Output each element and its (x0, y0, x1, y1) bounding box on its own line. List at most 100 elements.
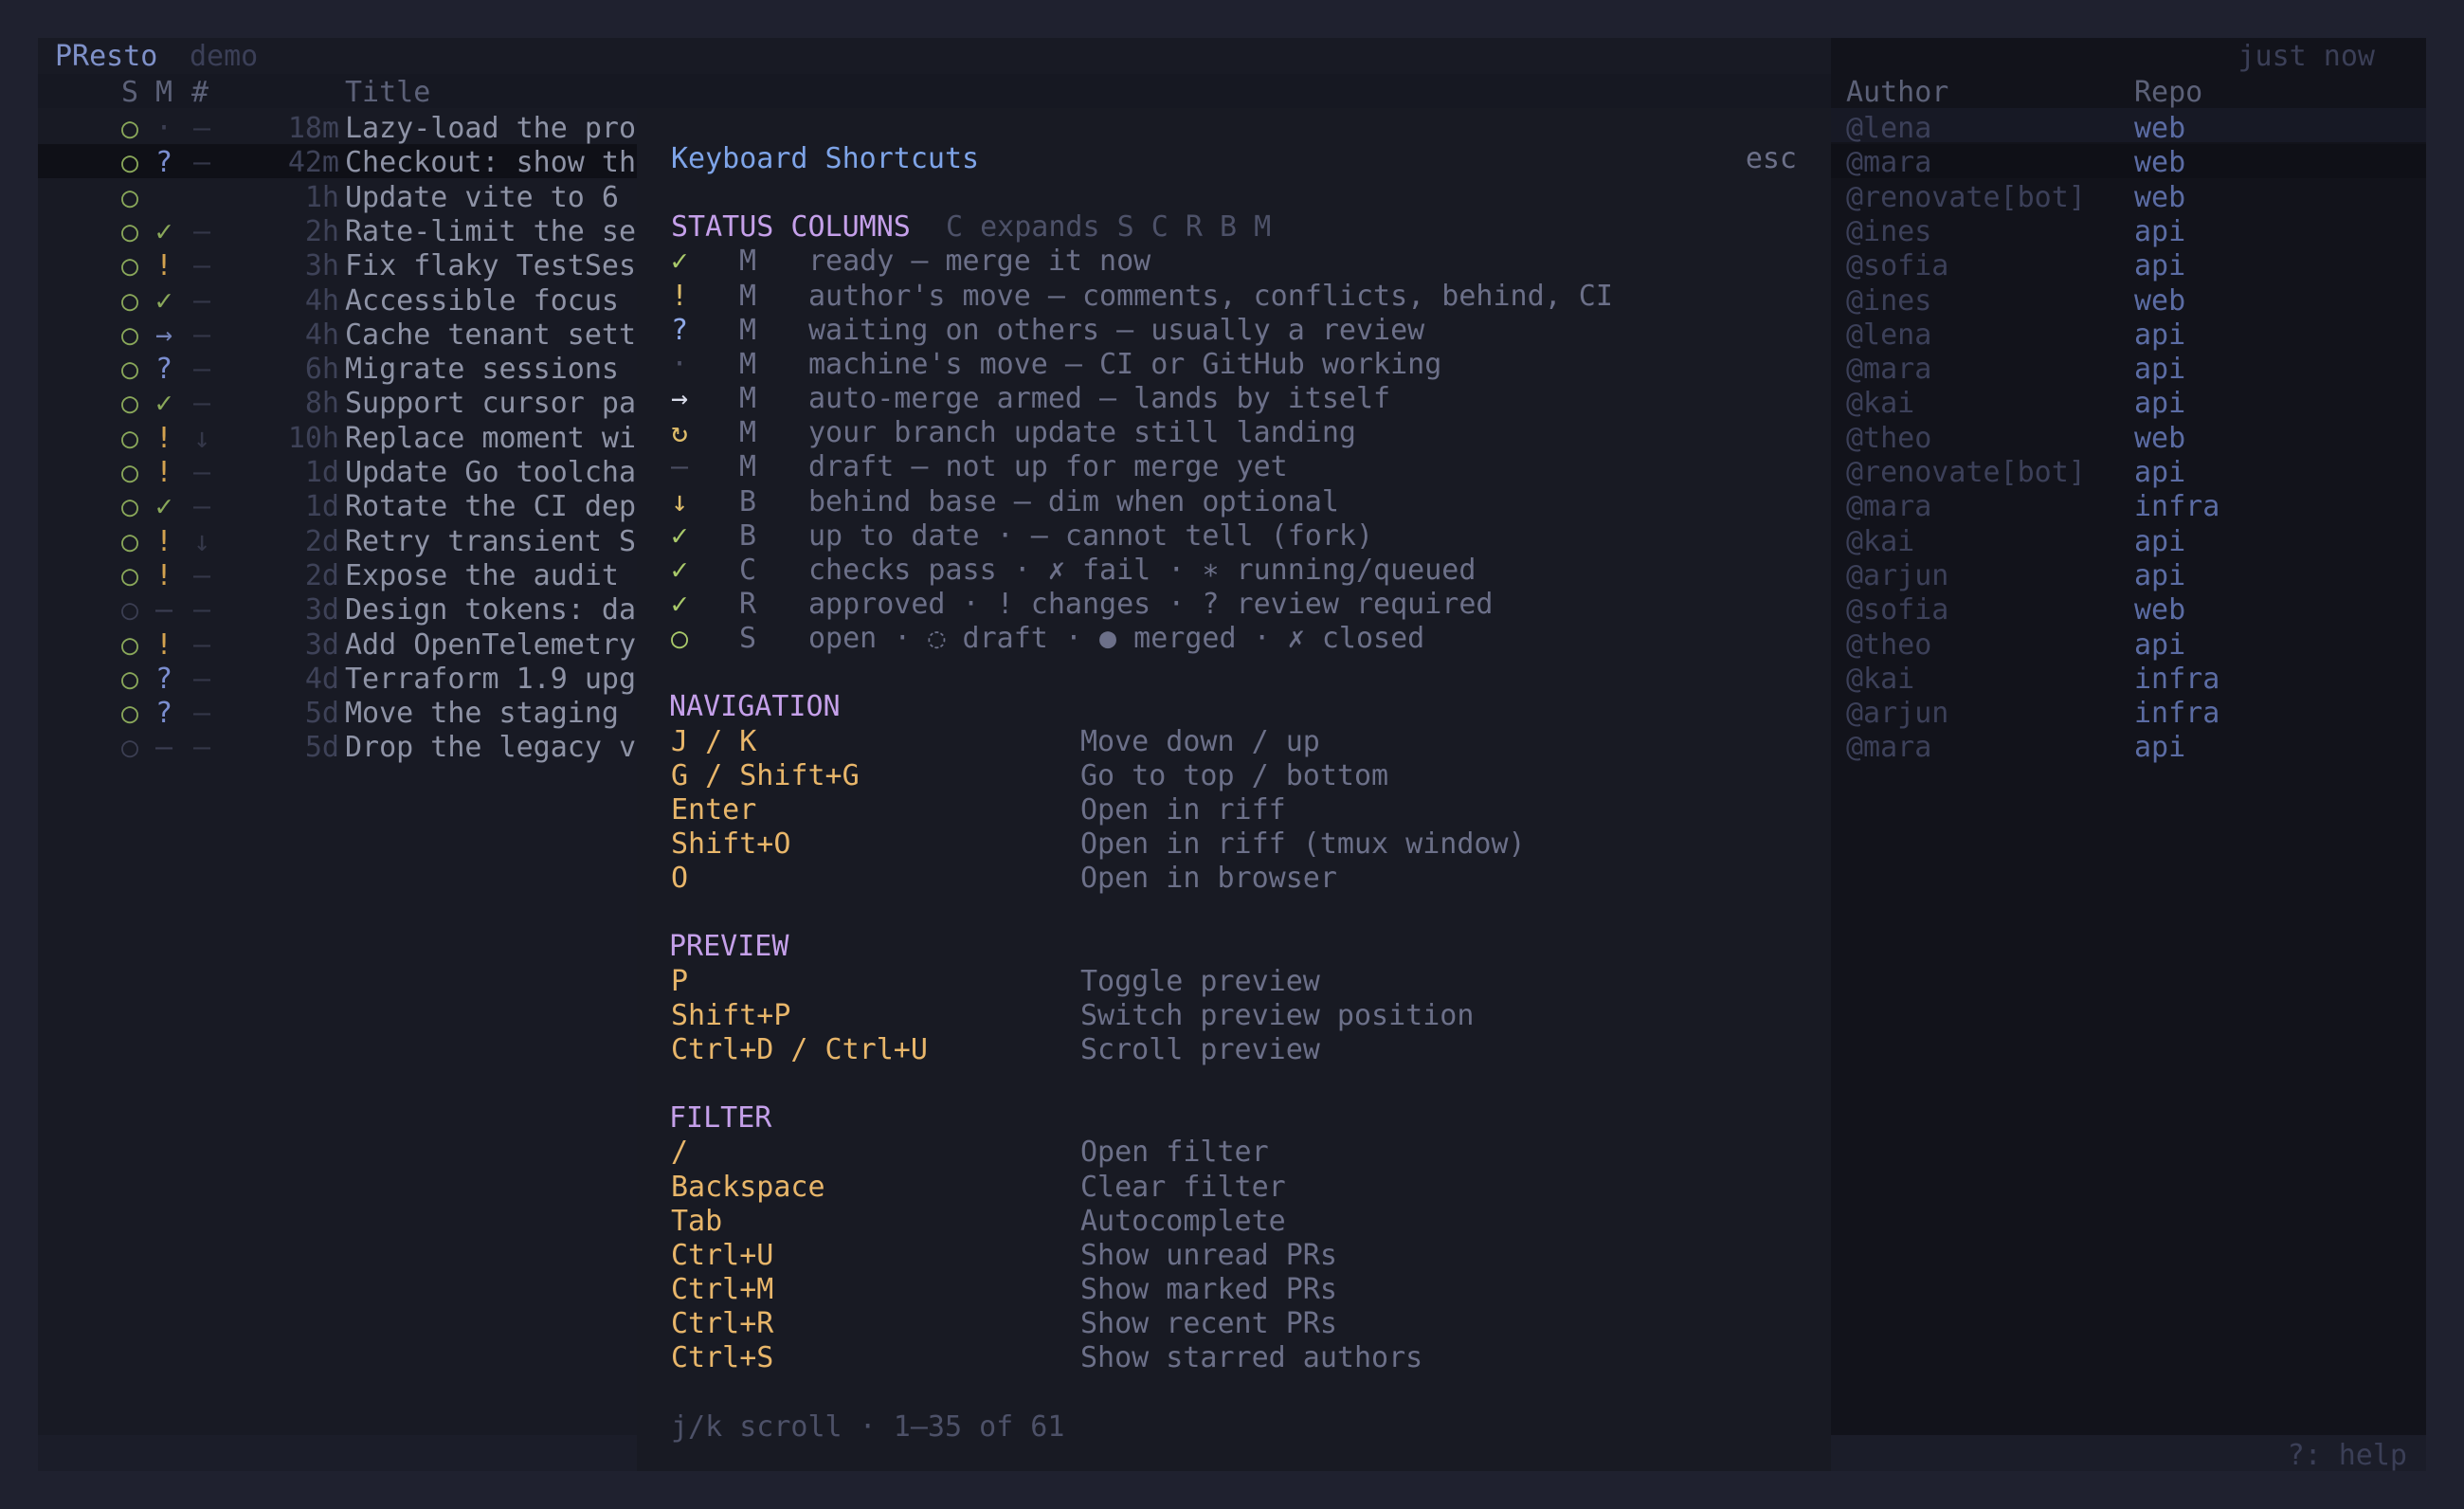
pr-repo: web (2134, 283, 2186, 318)
status-symbol: ✓ (671, 245, 689, 279)
pr-merge-status: ! (155, 249, 173, 283)
section-status-columns: STATUS COLUMNS (671, 210, 911, 245)
pr-author: @arjun (1846, 697, 1949, 731)
shortcut-key: O (671, 862, 689, 896)
pr-age: 2h (304, 214, 339, 248)
shortcut-key: J / K (671, 724, 757, 758)
pr-state: ○ (121, 490, 139, 524)
column-header-merge[interactable]: M (155, 76, 172, 109)
pr-state: ○ (121, 283, 139, 318)
status-symbol: → (671, 382, 689, 416)
status-column: M (739, 347, 757, 381)
pr-title: Retry transient S (345, 524, 637, 558)
shortcut-key: Tab (671, 1204, 723, 1238)
shortcut-action: Open in browser (1080, 862, 1337, 896)
shortcut-key: Ctrl+R (671, 1307, 774, 1341)
pr-merge-status: ! (155, 456, 173, 489)
status-description: up to date · – cannot tell (fork) (808, 518, 1374, 553)
pr-repo: infra (2134, 662, 2220, 696)
close-hint[interactable]: esc (1746, 142, 1797, 175)
pr-age: 5d (304, 731, 339, 765)
refresh-status: just now (2238, 40, 2376, 73)
status-column: B (739, 518, 757, 553)
status-symbol: ✓ (671, 587, 689, 621)
pr-title: Update Go toolcha (345, 456, 637, 489)
column-header-status[interactable]: S (121, 76, 138, 109)
pr-merge-status: ! (155, 627, 173, 662)
status-symbol: ✓ (671, 518, 689, 553)
pr-repo: api (2134, 731, 2186, 765)
pr-behind: – (193, 558, 211, 592)
pr-behind: – (193, 593, 211, 627)
status-description: ready — merge it now (808, 245, 1151, 279)
pr-age: 1d (304, 490, 339, 524)
pr-author: @mara (1846, 731, 1932, 765)
shortcut-action: Open filter (1080, 1136, 1269, 1170)
pr-age: 2d (304, 524, 339, 558)
pr-behind: – (193, 146, 211, 180)
status-description: behind base — dim when optional (808, 484, 1339, 518)
pr-repo: web (2134, 146, 2186, 180)
pr-title: Checkout: show th (345, 146, 637, 180)
status-column: B (739, 484, 757, 518)
pr-merge-status: – (155, 731, 173, 765)
pr-merge-status: ? (155, 697, 173, 731)
shortcut-key: Shift+P (671, 998, 791, 1032)
pr-merge-status: ? (155, 146, 173, 180)
status-column: S (739, 622, 757, 656)
pr-behind: – (193, 214, 211, 248)
column-header-author[interactable]: Author (1846, 76, 1948, 109)
pr-title: Accessible focus (345, 283, 619, 318)
pr-behind: ↓ (193, 421, 211, 455)
pr-repo: web (2134, 421, 2186, 455)
pr-age: 10h (287, 421, 339, 455)
pr-title: Rate-limit the se (345, 214, 637, 248)
overlay-title: Keyboard Shortcuts (671, 142, 980, 175)
pr-behind: – (193, 627, 211, 662)
pr-state: ○ (121, 353, 139, 387)
header-bar (38, 74, 1831, 108)
pr-title: Update vite to 6 (345, 180, 619, 214)
shortcut-action: Show marked PRs (1080, 1272, 1337, 1306)
status-symbol: – (671, 450, 689, 484)
pr-repo: api (2134, 558, 2186, 592)
pr-title: Migrate sessions (345, 353, 619, 387)
pr-author: @ines (1846, 214, 1932, 248)
pr-author: @mara (1846, 353, 1932, 387)
shortcut-action: Move down / up (1080, 724, 1320, 758)
pr-merge-status: ✓ (155, 283, 173, 318)
pr-merge-status: – (155, 593, 173, 627)
column-header-title[interactable]: Title (345, 76, 430, 109)
pr-repo: web (2134, 112, 2186, 145)
column-header-number[interactable]: # (191, 76, 208, 109)
pr-behind: – (193, 318, 211, 352)
status-symbol: ↓ (671, 484, 689, 518)
pr-title: Replace moment wi (345, 421, 637, 455)
section-preview: PREVIEW (669, 930, 789, 964)
status-column: C (739, 553, 757, 587)
pr-age: 42m (287, 146, 339, 180)
pr-age: 18m (287, 112, 339, 145)
pr-title: Cache tenant sett (345, 318, 637, 352)
pr-author: @kai (1846, 387, 1915, 421)
pr-repo: api (2134, 249, 2186, 283)
shortcut-key: P (671, 964, 689, 998)
column-header-repo[interactable]: Repo (2134, 76, 2202, 109)
pr-age: 1h (304, 180, 339, 214)
pr-author: @lena (1846, 112, 1932, 145)
status-description: your branch update still landing (808, 416, 1356, 450)
pr-title: Lazy-load the pro (345, 112, 637, 145)
shortcut-action: Show starred authors (1080, 1341, 1423, 1375)
pr-author: @renovate[bot] (1846, 180, 2086, 214)
shortcut-action: Clear filter (1080, 1170, 1286, 1204)
shortcut-action: Autocomplete (1080, 1204, 1286, 1238)
pr-state: ○ (121, 627, 139, 662)
pr-title: Fix flaky TestSes (345, 249, 637, 283)
pr-behind: – (193, 249, 211, 283)
top-bar: PResto demo just now (38, 38, 2426, 73)
pr-author: @sofia (1846, 593, 1949, 627)
pr-state: ○ (121, 318, 139, 352)
help-hint: ?: help (2287, 1439, 2407, 1471)
pr-merge-status: ? (155, 353, 173, 387)
status-description: open · ◌ draft · ● merged · ✗ closed (808, 622, 1425, 656)
